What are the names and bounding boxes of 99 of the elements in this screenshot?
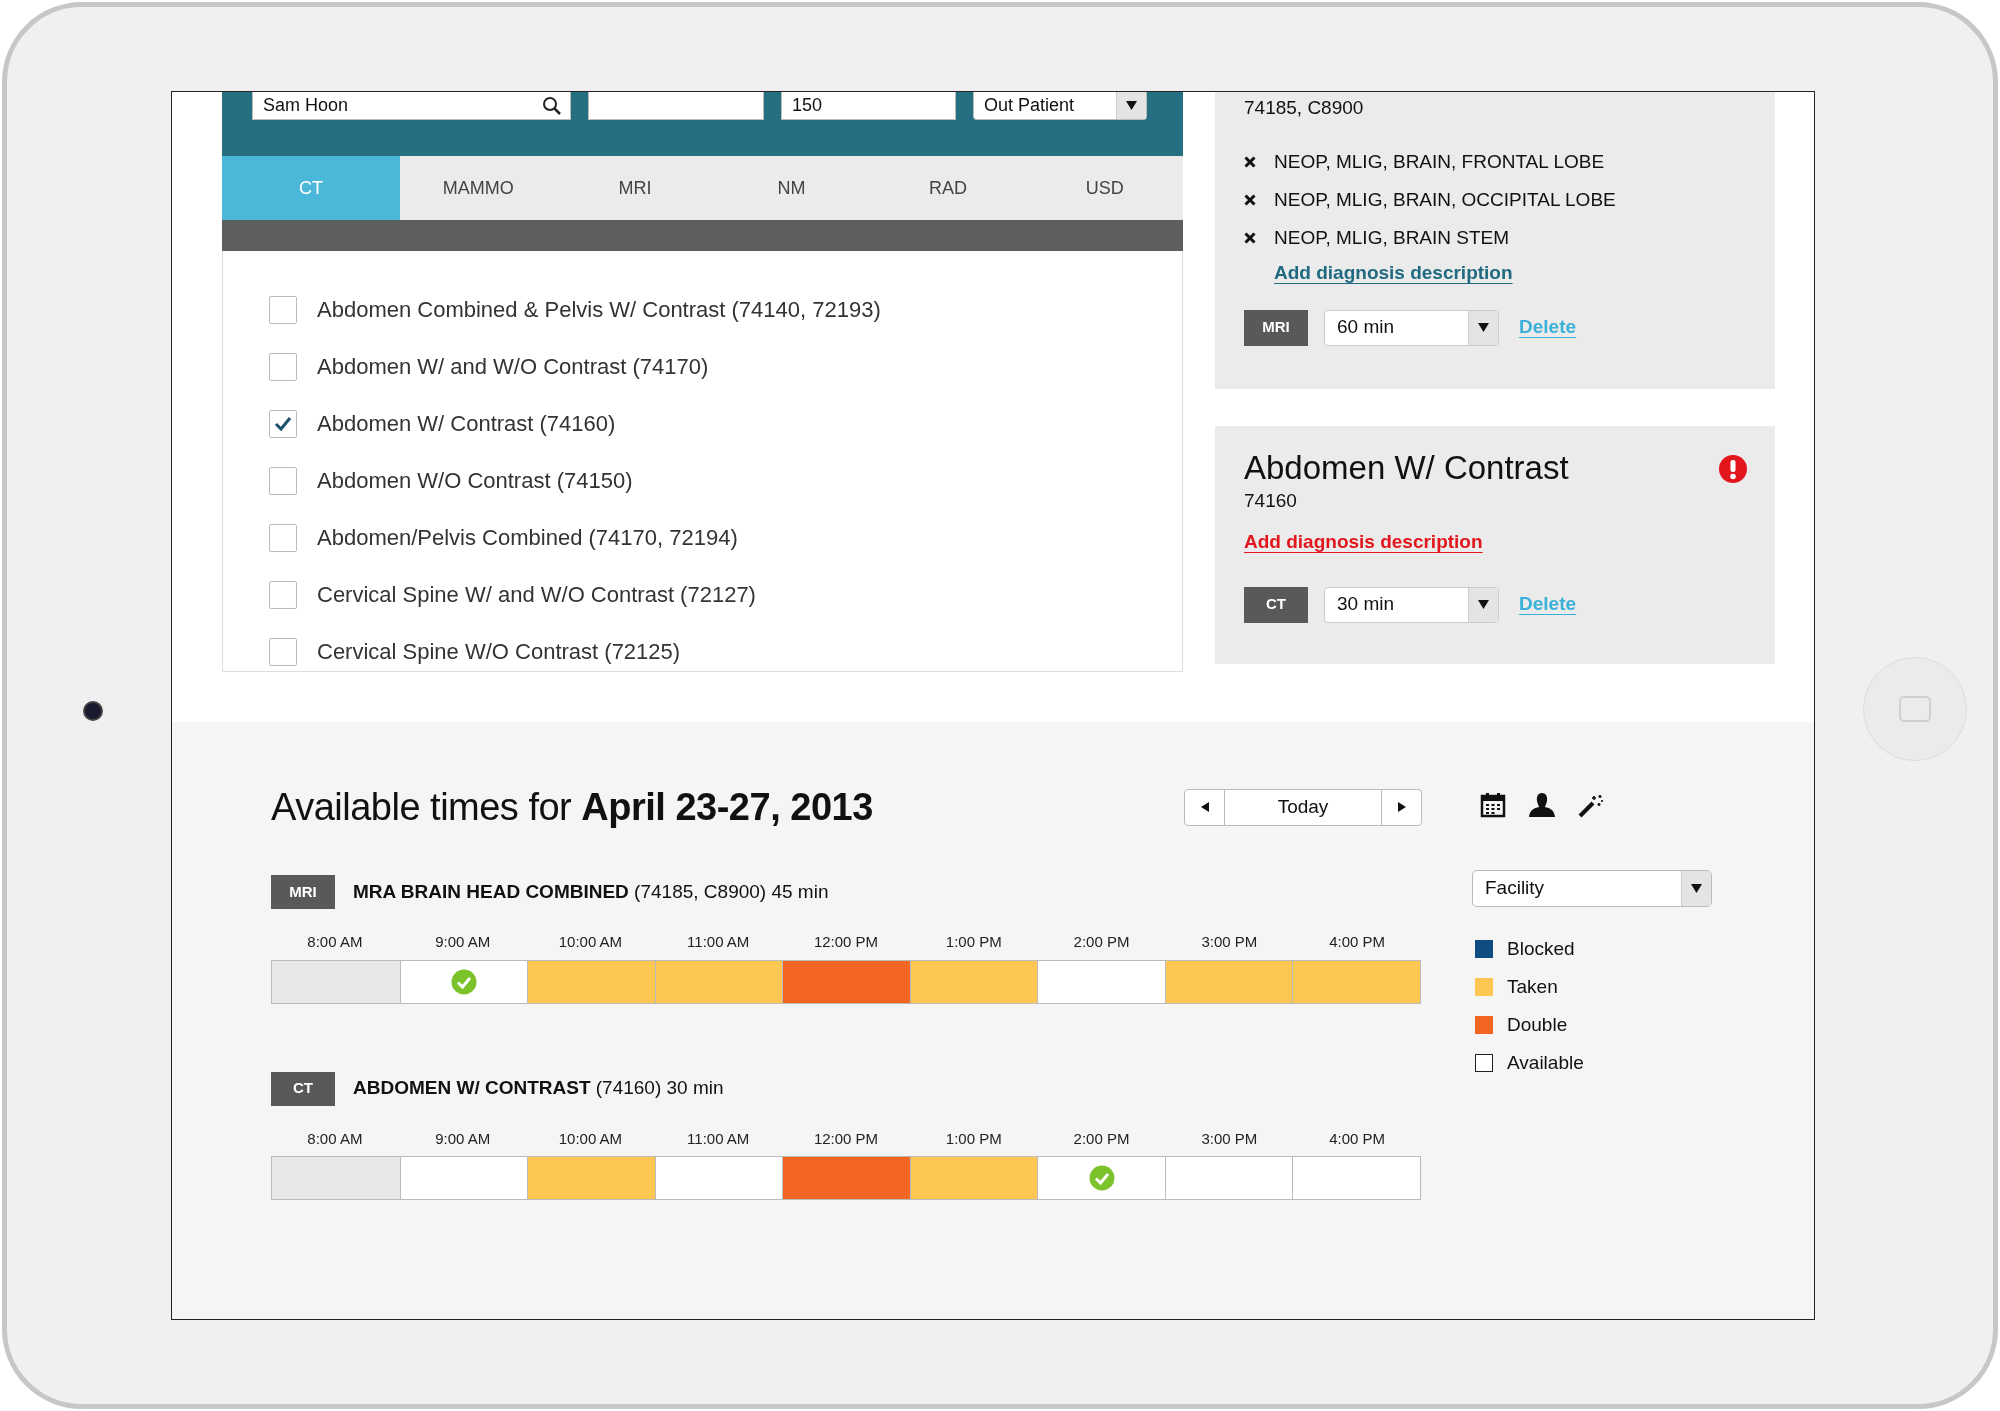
time-slot[interactable] bbox=[782, 1157, 910, 1199]
procedure-label: Abdomen Combined & Pelvis W/ Contrast (74140, 72193) bbox=[317, 296, 881, 324]
time-slot[interactable] bbox=[1292, 1157, 1420, 1199]
left-triangle-icon bbox=[1200, 802, 1209, 812]
duration-dropdown[interactable]: 60 min bbox=[1324, 309, 1499, 346]
modality-tab[interactable]: NM bbox=[713, 156, 870, 220]
time-slot[interactable] bbox=[399, 1157, 528, 1199]
time-label: 9:00 AM bbox=[434, 1128, 492, 1149]
modality-tab[interactable]: USD bbox=[1026, 156, 1183, 220]
time-slot[interactable] bbox=[654, 1157, 783, 1199]
input-field[interactable] bbox=[588, 92, 764, 120]
order-title: Abdomen W/ Contrast bbox=[1244, 448, 1569, 488]
procedure-label: Abdomen/Pelvis Combined (74170, 72194) bbox=[317, 524, 738, 552]
checkmark-icon bbox=[274, 415, 292, 432]
legend-label: Available bbox=[1507, 1050, 1584, 1075]
time-label: 4:00 PM bbox=[1328, 932, 1387, 952]
alert-icon bbox=[1718, 454, 1748, 484]
right-triangle-icon bbox=[1397, 802, 1406, 812]
procedure-label: Abdomen W/O Contrast (74150) bbox=[317, 467, 633, 495]
order-codes: 74185, C8900 bbox=[1244, 96, 1364, 120]
search-icon bbox=[542, 95, 562, 116]
time-label: 12:00 PM bbox=[812, 932, 880, 952]
time-label: 4:00 PM bbox=[1328, 1128, 1387, 1149]
time-label: 10:00 AM bbox=[557, 1128, 624, 1149]
camera-lens bbox=[83, 701, 103, 721]
remove-icon[interactable] bbox=[1244, 194, 1256, 206]
time-label: 3:00 PM bbox=[1200, 932, 1259, 952]
add-diagnosis-link[interactable]: Add diagnosis description bbox=[1244, 528, 1483, 557]
time-label: 2:00 PM bbox=[1072, 932, 1131, 952]
remove-icon[interactable] bbox=[1244, 156, 1256, 168]
checkbox[interactable] bbox=[269, 295, 297, 324]
modality-badge: CT bbox=[271, 1071, 335, 1106]
calendar-icon[interactable] bbox=[1480, 792, 1506, 818]
time-slot[interactable] bbox=[909, 960, 1038, 1003]
time-slot[interactable] bbox=[527, 1157, 655, 1199]
time-label: 3:00 PM bbox=[1200, 1128, 1259, 1149]
diagnosis-label: NEOP, MLIG, BRAIN, OCCIPITAL LOBE bbox=[1274, 187, 1616, 212]
check-icon bbox=[450, 968, 477, 995]
procedure-label: Abdomen W/ and W/O Contrast (74170) bbox=[317, 353, 709, 381]
time-label: 11:00 AM bbox=[686, 1128, 751, 1149]
time-label: 10:00 AM bbox=[557, 932, 624, 952]
schedule-heading: Available times for April 23-27, 2013 bbox=[271, 784, 873, 830]
time-label: 8:00 AM bbox=[306, 1128, 364, 1149]
modality-badge: CT bbox=[1244, 586, 1308, 623]
diagnosis-label: NEOP, MLIG, BRAIN STEM bbox=[1274, 225, 1510, 250]
caret-icon bbox=[1691, 884, 1702, 893]
caret-icon bbox=[1126, 101, 1137, 110]
order-codes: 74160 bbox=[1244, 489, 1297, 513]
diagnosis-label: NEOP, MLIG, BRAIN, FRONTAL LOBE bbox=[1274, 149, 1605, 174]
procedure-title: MRA BRAIN HEAD COMBINED (74185, C8900) 45 min bbox=[353, 879, 829, 904]
checkbox[interactable] bbox=[269, 580, 297, 609]
add-diagnosis-link[interactable]: Add diagnosis description bbox=[1274, 259, 1513, 288]
time-label: 2:00 PM bbox=[1072, 1128, 1131, 1149]
time-slot[interactable] bbox=[1164, 1157, 1293, 1199]
input-field[interactable]: 150 bbox=[781, 92, 956, 120]
legend-label: Taken bbox=[1507, 974, 1558, 999]
procedure-title: ABDOMEN W/ CONTRAST (74160) 30 min bbox=[353, 1076, 724, 1101]
person-icon[interactable] bbox=[1528, 792, 1556, 818]
patient-type-dropdown[interactable]: Out Patient bbox=[973, 92, 1147, 120]
checkbox[interactable] bbox=[269, 523, 297, 552]
modality-tab[interactable]: MAMMO bbox=[400, 156, 557, 220]
facility-dropdown[interactable]: Facility bbox=[1472, 870, 1712, 907]
time-label: 1:00 PM bbox=[944, 932, 1003, 952]
checkbox[interactable] bbox=[269, 466, 297, 495]
procedure-label: Cervical Spine W/ and W/O Contrast (72127) bbox=[317, 581, 756, 609]
time-label: 9:00 AM bbox=[434, 932, 492, 952]
checkbox[interactable] bbox=[269, 352, 297, 381]
time-label: 8:00 AM bbox=[306, 932, 364, 952]
time-slot[interactable] bbox=[782, 960, 910, 1003]
checkbox[interactable] bbox=[269, 409, 297, 438]
procedure-label: Abdomen W/ Contrast (74160) bbox=[317, 410, 616, 438]
modality-badge: MRI bbox=[271, 875, 335, 909]
checkbox[interactable] bbox=[269, 637, 297, 666]
search-field[interactable]: Sam Hoon bbox=[252, 92, 571, 120]
modality-badge: MRI bbox=[1244, 309, 1308, 346]
magic-wand-icon[interactable] bbox=[1578, 792, 1604, 818]
time-slot[interactable] bbox=[1037, 1157, 1165, 1199]
legend-label: Double bbox=[1507, 1012, 1568, 1037]
check-icon bbox=[1088, 1165, 1115, 1191]
time-slot[interactable] bbox=[909, 1157, 1038, 1199]
duration-dropdown[interactable]: 30 min bbox=[1324, 586, 1499, 623]
procedure-label: Cervical Spine W/O Contrast (72125) bbox=[317, 638, 681, 666]
modality-tab[interactable]: MRI bbox=[556, 156, 714, 220]
time-slot[interactable] bbox=[272, 960, 400, 1003]
time-slot[interactable] bbox=[399, 960, 528, 1003]
time-slot[interactable] bbox=[272, 1157, 400, 1199]
remove-icon[interactable] bbox=[1244, 232, 1256, 244]
time-slot[interactable] bbox=[1164, 960, 1293, 1003]
time-label: 12:00 PM bbox=[812, 1128, 880, 1149]
caret-icon bbox=[1478, 323, 1489, 332]
time-slot[interactable] bbox=[1037, 960, 1165, 1003]
caret-icon bbox=[1478, 600, 1489, 609]
time-slot[interactable] bbox=[654, 960, 783, 1003]
time-slot[interactable] bbox=[1292, 960, 1420, 1003]
legend-label: Blocked bbox=[1507, 936, 1575, 961]
time-label: 1:00 PM bbox=[944, 1128, 1003, 1149]
time-label: 11:00 AM bbox=[686, 932, 751, 952]
time-slot[interactable] bbox=[527, 960, 655, 1003]
modality-tab[interactable]: RAD bbox=[869, 156, 1027, 220]
